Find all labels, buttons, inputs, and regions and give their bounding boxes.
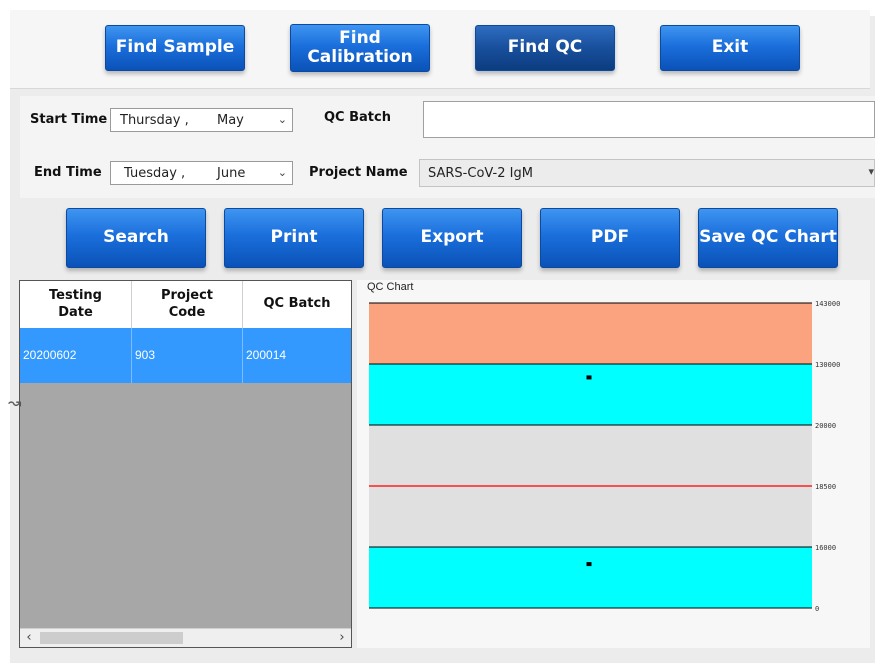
header-line: Date xyxy=(58,304,93,320)
column-header-project-code[interactable]: Project Code xyxy=(132,281,243,328)
header-line: Code xyxy=(168,304,206,320)
results-table[interactable]: Testing Date Project Code QC Batch 20200… xyxy=(19,280,352,648)
chevron-down-icon[interactable]: ▾ xyxy=(868,165,874,178)
qc-point xyxy=(586,375,592,380)
table-row[interactable]: 20200602 903 200014 xyxy=(20,328,351,383)
table-header: Testing Date Project Code QC Batch xyxy=(20,281,351,329)
project-name-label: Project Name xyxy=(309,165,408,180)
project-name-select[interactable]: SARS-CoV-2 IgM ▾ xyxy=(419,159,875,187)
start-month-value: May xyxy=(217,113,244,128)
find-calibration-button[interactable]: Find Calibration xyxy=(290,24,430,72)
column-header-testing-date[interactable]: Testing Date xyxy=(20,281,132,328)
y-tick-label: 16000 xyxy=(815,544,836,552)
qc-band xyxy=(369,303,812,364)
header-line: Testing xyxy=(49,288,102,304)
y-tick-label: 18500 xyxy=(815,483,836,491)
end-time-picker[interactable]: Tuesday , June ⌄ xyxy=(110,161,293,185)
pdf-button[interactable]: PDF xyxy=(540,208,680,268)
end-time-label: End Time xyxy=(34,165,102,180)
exit-button[interactable]: Exit xyxy=(660,25,800,71)
qc-band xyxy=(369,364,812,425)
find-calibration-label-line1: Find xyxy=(339,27,381,48)
print-button[interactable]: Print xyxy=(224,208,364,268)
qc-chart: 143000 130000 20000 18500 16000 0 xyxy=(369,300,840,613)
qc-batch-input[interactable] xyxy=(423,101,875,138)
mouse-cursor-icon: ↝ xyxy=(8,393,22,412)
end-month-value: June xyxy=(217,166,246,181)
cell-project-code: 903 xyxy=(132,328,243,383)
y-tick-label: 130000 xyxy=(815,361,840,369)
qc-batch-label: QC Batch xyxy=(324,110,391,125)
chevron-down-icon[interactable]: ⌄ xyxy=(278,113,287,126)
y-tick-label: 20000 xyxy=(815,422,836,430)
header-line: Project xyxy=(160,288,214,304)
scroll-right-icon[interactable]: › xyxy=(333,629,351,647)
horizontal-scrollbar[interactable]: ‹ › xyxy=(20,628,351,647)
find-sample-button[interactable]: Find Sample xyxy=(105,25,245,71)
start-time-label: Start Time xyxy=(30,112,108,127)
header-line: QC Batch xyxy=(263,296,331,312)
qc-band xyxy=(369,547,812,608)
scroll-left-icon[interactable]: ‹ xyxy=(20,629,38,647)
start-time-picker[interactable]: Thursday , May ⌄ xyxy=(110,108,293,132)
project-name-value: SARS-CoV-2 IgM xyxy=(428,166,533,181)
save-qc-chart-button[interactable]: Save QC Chart xyxy=(698,208,838,268)
qc-point xyxy=(586,562,592,567)
y-tick-label: 0 xyxy=(815,605,819,613)
end-day-value: Tuesday , xyxy=(124,166,186,181)
scrollbar-thumb[interactable] xyxy=(40,632,183,644)
cell-testing-date: 20200602 xyxy=(20,328,132,383)
toolbar: Find Sample Find Calibration Find QC Exi… xyxy=(10,10,870,89)
cell-qc-batch: 200014 xyxy=(246,348,287,362)
find-qc-button[interactable]: Find QC xyxy=(475,25,615,71)
chevron-down-icon[interactable]: ⌄ xyxy=(278,166,287,179)
column-header-qc-batch[interactable]: QC Batch xyxy=(243,281,351,328)
find-calibration-label-line2: Calibration xyxy=(307,47,413,67)
export-button[interactable]: Export xyxy=(382,208,522,268)
y-tick-label: 143000 xyxy=(815,300,840,308)
start-day-value: Thursday , xyxy=(120,113,189,128)
search-button[interactable]: Search xyxy=(66,208,206,268)
